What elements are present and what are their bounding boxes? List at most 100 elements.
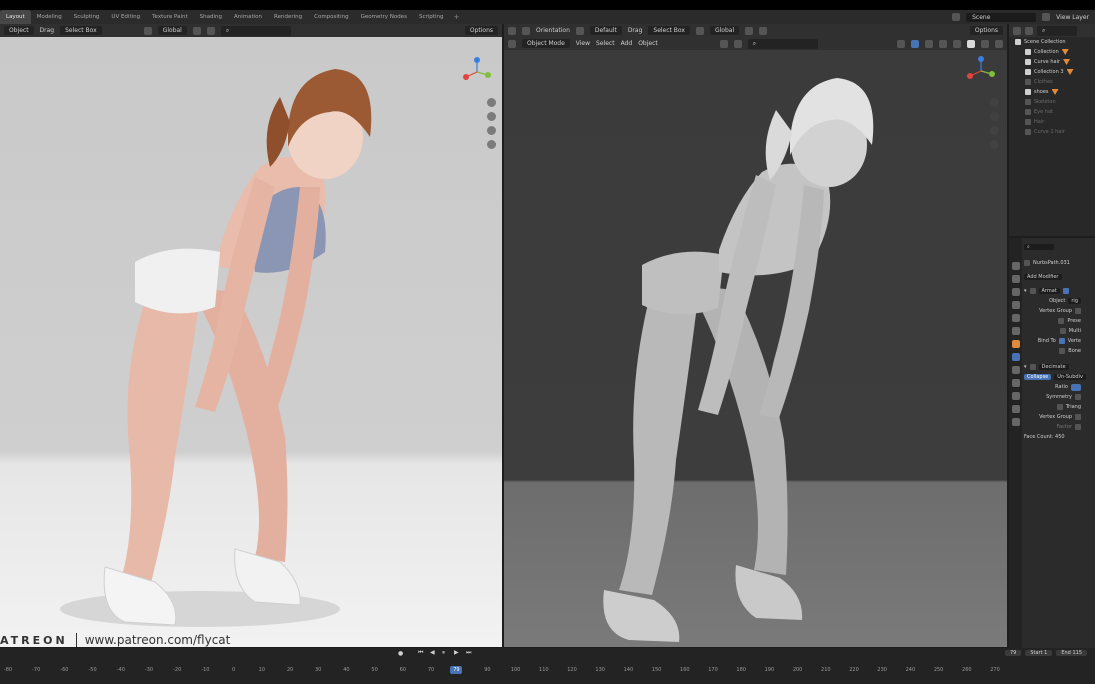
output-tab-icon[interactable]: [1011, 288, 1020, 296]
right-select-box[interactable]: Select Box: [648, 26, 690, 35]
object-mode-select[interactable]: Object Mode: [522, 39, 570, 48]
outliner-item[interactable]: Curve hair: [1009, 57, 1095, 67]
xray-toggle-icon-right[interactable]: [939, 39, 947, 48]
add-modifier-button[interactable]: Add Modifier: [1024, 274, 1062, 280]
orientation-select[interactable]: Default: [589, 26, 622, 35]
step-forward-icon[interactable]: ▶: [454, 649, 459, 656]
timeline-ruler[interactable]: -80-70-60-50-40-30-20-100102030405060708…: [0, 660, 1095, 684]
view-layer-tab-icon[interactable]: [1011, 301, 1020, 309]
camera-view-icon-left[interactable]: [487, 126, 496, 135]
preserve-volume-checkbox[interactable]: [1058, 318, 1065, 324]
perspective-toggle-icon-right[interactable]: [990, 140, 999, 149]
constraints-tab-icon[interactable]: [1011, 392, 1020, 400]
outliner-item[interactable]: Eye hat: [1009, 107, 1095, 117]
armature-modifier-name[interactable]: Armat: [1038, 288, 1060, 294]
navigation-gizmo-left[interactable]: [462, 57, 492, 87]
menu-select[interactable]: Select: [596, 40, 615, 47]
object-name[interactable]: NurbsPath.031: [1033, 260, 1070, 266]
overlay-toggle-icon-right[interactable]: [925, 39, 933, 48]
physics-tab-icon[interactable]: [1011, 379, 1020, 387]
tab-modeling[interactable]: Modeling: [31, 10, 68, 24]
bind-bone-checkbox[interactable]: [1059, 348, 1066, 354]
snap-icon-right[interactable]: [759, 26, 768, 35]
material-tab-icon[interactable]: [1011, 418, 1020, 426]
add-workspace-button[interactable]: +: [449, 13, 463, 21]
tab-texture-paint[interactable]: Texture Paint: [146, 10, 194, 24]
snap-target-icon[interactable]: [733, 39, 742, 48]
pivot-icon-right[interactable]: [745, 26, 754, 35]
outliner-editor-icon[interactable]: [1013, 26, 1021, 35]
properties-search-input[interactable]: ⌕: [1024, 244, 1054, 250]
triangulate-checkbox[interactable]: [1056, 404, 1063, 410]
realtime-toggle-icon[interactable]: [1062, 288, 1069, 294]
view-layer-field[interactable]: View Layer: [1056, 14, 1089, 21]
menu-add[interactable]: Add: [621, 40, 633, 47]
editor-type-icon[interactable]: [508, 26, 516, 35]
record-button[interactable]: ●: [398, 650, 403, 657]
left-search-input[interactable]: ⌕: [220, 25, 291, 36]
shading-rendered-icon-right[interactable]: [995, 39, 1003, 48]
right-transform-select[interactable]: Global: [709, 26, 740, 35]
menu-view[interactable]: View: [576, 40, 590, 47]
tool-tab-icon[interactable]: [1011, 262, 1020, 270]
shading-solid-icon-right[interactable]: [967, 39, 975, 48]
data-tab-icon[interactable]: [1011, 405, 1020, 413]
shading-material-icon-right[interactable]: [981, 39, 989, 48]
filter-icon[interactable]: [1025, 26, 1033, 35]
tab-animation[interactable]: Animation: [228, 10, 268, 24]
outliner-item[interactable]: Collection 3: [1009, 67, 1095, 77]
jump-start-icon[interactable]: ⏮: [418, 649, 423, 657]
navigation-gizmo-right[interactable]: [966, 56, 996, 86]
expand-icon[interactable]: ▾: [1024, 288, 1027, 294]
pause-icon[interactable]: ⏸: [442, 649, 445, 657]
step-back-icon[interactable]: ◀: [430, 649, 435, 656]
current-frame-indicator[interactable]: 79: [450, 666, 463, 674]
expand-icon[interactable]: ▾: [1024, 364, 1027, 370]
pivot-icon[interactable]: [192, 26, 201, 35]
outliner-root[interactable]: Scene Collection: [1009, 37, 1095, 47]
outliner-item[interactable]: Collection: [1009, 47, 1095, 57]
menu-object[interactable]: Object: [638, 40, 658, 47]
pan-hand-icon-left[interactable]: [487, 112, 496, 121]
jump-end-icon[interactable]: ⏭: [466, 649, 471, 657]
proportional-edit-icon[interactable]: [719, 39, 728, 48]
outliner-item[interactable]: Curve 1 hair: [1009, 127, 1095, 137]
bind-vertex-checkbox[interactable]: [1058, 338, 1065, 344]
ratio-slider[interactable]: [1071, 383, 1081, 391]
end-frame-field[interactable]: End 115: [1056, 650, 1087, 656]
left-orientation-select[interactable]: Global: [157, 26, 187, 35]
perspective-toggle-icon-left[interactable]: [487, 140, 496, 149]
right-viewport-solid[interactable]: [504, 50, 1007, 647]
outliner-item[interactable]: Skeleton: [1009, 97, 1095, 107]
scene-tab-icon[interactable]: [1011, 314, 1020, 322]
tab-layout[interactable]: Layout: [0, 10, 31, 24]
shading-wireframe-icon-right[interactable]: [953, 39, 961, 48]
pan-hand-icon-right[interactable]: [990, 112, 999, 121]
snap-icon[interactable]: [206, 26, 215, 35]
armature-object-field[interactable]: rig: [1068, 298, 1081, 304]
particles-tab-icon[interactable]: [1011, 366, 1020, 374]
zoom-icon-right[interactable]: [990, 98, 999, 107]
scene-field[interactable]: Scene: [966, 12, 1037, 22]
right-search-input[interactable]: ⌕: [747, 38, 818, 49]
outliner-item[interactable]: Hair: [1009, 117, 1095, 127]
multi-modifier-checkbox[interactable]: [1059, 328, 1066, 334]
decimate-vertex-group-field[interactable]: [1075, 414, 1081, 420]
outliner-item[interactable]: Clothes: [1009, 77, 1095, 87]
decimate-modifier-name[interactable]: Decimate: [1038, 364, 1069, 370]
tab-geometry-nodes[interactable]: Geometry Nodes: [355, 10, 413, 24]
world-tab-icon[interactable]: [1011, 327, 1020, 335]
tab-rendering[interactable]: Rendering: [268, 10, 308, 24]
tab-uv-editing[interactable]: UV Editing: [105, 10, 146, 24]
tab-scripting[interactable]: Scripting: [413, 10, 449, 24]
start-frame-field[interactable]: Start 1: [1025, 650, 1053, 656]
view-object-types-icon-right[interactable]: [897, 39, 905, 48]
vertex-group-field[interactable]: [1075, 308, 1081, 314]
outliner-search-input[interactable]: ⌕: [1037, 25, 1077, 36]
left-select-box[interactable]: Select Box: [60, 26, 102, 35]
left-viewport-rendered[interactable]: [0, 37, 502, 647]
modifier-tab-icon[interactable]: [1011, 353, 1020, 361]
current-frame-field[interactable]: 79: [1004, 650, 1022, 656]
right-options-button[interactable]: Options: [969, 26, 1003, 35]
camera-view-icon-right[interactable]: [990, 126, 999, 135]
